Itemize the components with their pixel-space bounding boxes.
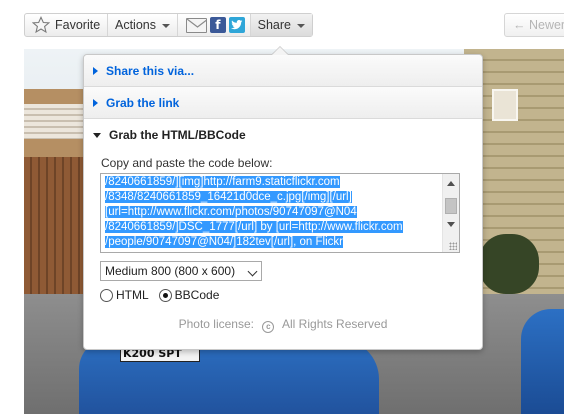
code-line: /8240661859/]DSC_1777[/url] by [url=http… xyxy=(105,220,438,235)
size-select-value: Medium 800 (800 x 600) xyxy=(105,264,236,278)
license-text[interactable]: All Rights Reserved xyxy=(282,317,387,331)
copy-instruction: Copy and paste the code below: xyxy=(101,156,273,170)
expand-right-icon xyxy=(93,98,98,107)
html-radio-option[interactable]: HTML xyxy=(100,288,149,302)
code-line: /8348/8240661859_16421d0dce_c.jpg[/img][… xyxy=(105,190,438,205)
resize-grip-icon[interactable] xyxy=(449,242,457,250)
photo-toolbar: Favorite Actions f t Share xyxy=(24,13,313,37)
scroll-up-icon[interactable] xyxy=(447,181,455,186)
embed-code-textarea[interactable]: /8240661859/][img]http://farm9.staticfli… xyxy=(100,173,460,253)
favorite-label: Favorite xyxy=(55,18,101,32)
code-line: /8240661859/][img]http://farm9.staticfli… xyxy=(105,175,438,190)
code-line-text: [url=http://www.flickr.com/photos/907470… xyxy=(105,206,357,218)
bbcode-radio-option[interactable]: BBCode xyxy=(158,288,220,302)
code-line: [url=http://www.flickr.com/photos/907470… xyxy=(105,205,438,220)
embed-code-text: /8240661859/][img]http://farm9.staticfli… xyxy=(105,175,438,250)
expand-right-icon xyxy=(93,66,98,75)
facebook-icon[interactable]: f xyxy=(209,17,226,33)
actions-menu-button[interactable]: Actions xyxy=(108,14,177,36)
photo-license: Photo license: c All Rights Reserved xyxy=(84,317,482,333)
photo-window xyxy=(492,89,518,121)
scroll-down-icon[interactable] xyxy=(447,222,455,227)
share-menu-button[interactable]: Share xyxy=(250,14,312,36)
section-label: Grab the link xyxy=(106,95,180,110)
code-line-text: /8348/8240661859_16421d0dce_c.jpg[/img][… xyxy=(105,191,352,203)
grab-html-section[interactable]: Grab the HTML/BBCode xyxy=(84,119,482,151)
image-size-select[interactable]: Medium 800 (800 x 600) xyxy=(100,261,262,281)
collapse-down-icon xyxy=(93,132,101,138)
html-radio[interactable] xyxy=(100,288,113,302)
code-line-text: /8240661859/]DSC_1777[/url] by [url=http… xyxy=(105,221,403,233)
textarea-scrollbar[interactable] xyxy=(442,174,459,252)
copyright-icon: c xyxy=(262,321,275,333)
caret-down-icon xyxy=(161,24,170,28)
actions-label: Actions xyxy=(114,18,156,32)
code-format-options: HTML BBCode xyxy=(100,288,229,302)
share-panel: Share this via... Grab the link Grab the… xyxy=(83,54,483,350)
section-label: Grab the HTML/BBCode xyxy=(109,128,246,142)
photo-fence xyxy=(24,157,92,307)
bbcode-radio-label: BBCode xyxy=(174,288,220,302)
star-icon xyxy=(32,16,50,34)
newer-label: ← Newer xyxy=(513,18,564,32)
mail-icon[interactable] xyxy=(185,17,207,33)
chevron-down-icon xyxy=(247,266,258,277)
share-via-section[interactable]: Share this via... xyxy=(84,55,482,87)
photo-tree xyxy=(479,234,539,294)
html-radio-label: HTML xyxy=(116,288,149,302)
grab-link-section[interactable]: Grab the link xyxy=(84,87,482,119)
license-prefix: Photo license: xyxy=(178,317,254,331)
share-label: Share xyxy=(257,18,291,32)
newer-photo-button[interactable]: ← Newer xyxy=(504,13,564,37)
caret-down-icon xyxy=(297,24,305,28)
section-label: Share this via... xyxy=(106,63,195,78)
photo-roof-left xyxy=(24,104,86,139)
code-line-text: /people/90747097@N04/]182tev[/url], on F… xyxy=(105,236,343,248)
code-line-text: /8240661859/][img]http://farm9.staticfli… xyxy=(105,176,340,188)
code-line: /people/90747097@N04/]182tev[/url], on F… xyxy=(105,235,438,250)
twitter-icon[interactable]: t xyxy=(228,17,245,33)
favorite-button[interactable]: Favorite xyxy=(25,14,107,36)
bbcode-radio[interactable] xyxy=(158,288,172,302)
share-services: f t xyxy=(178,14,250,36)
panel-pointer-inner xyxy=(272,47,288,55)
scroll-thumb[interactable] xyxy=(445,198,457,214)
photo-car-right xyxy=(521,309,564,414)
facebook-letter: f xyxy=(215,18,221,32)
